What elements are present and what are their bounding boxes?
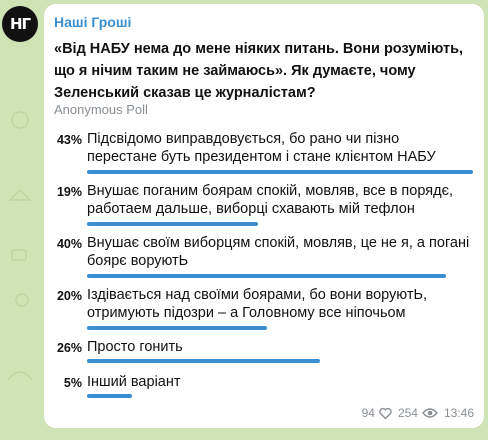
poll-message-bubble: Наші Гроші «Від НАБУ нема до мене ніяких… — [44, 4, 484, 428]
option-text: Підсвідомо виправдовується, бо рано чи п… — [87, 131, 436, 165]
reactions-icon[interactable] — [379, 407, 392, 420]
option-text: Внушає поганим боярам спокій, мовляв, вс… — [87, 183, 453, 217]
views-count: 254 — [397, 406, 418, 420]
option-result-bar — [87, 394, 132, 398]
option-result-bar — [87, 222, 258, 226]
option-result-bar — [87, 359, 320, 363]
option-text: Внушає своїм виборцям спокій, мовляв, це… — [87, 235, 470, 269]
reactions-count: 94 — [361, 406, 375, 420]
message-footer: 94 254 13:46 — [362, 406, 474, 420]
poll-question: «Від НАБУ нема до мене ніяких питань. Во… — [54, 41, 464, 101]
option-percent: 26% — [56, 341, 82, 355]
option-result-bar — [87, 326, 267, 330]
option-percent: 43% — [56, 133, 82, 147]
option-percent: 19% — [56, 185, 82, 199]
eye-icon — [422, 407, 438, 419]
option-text: Просто гонить — [87, 339, 183, 355]
option-result-bar — [87, 274, 446, 278]
option-percent: 40% — [56, 237, 82, 251]
option-percent: 20% — [56, 289, 82, 303]
channel-avatar[interactable]: НГ — [2, 6, 38, 42]
avatar-text: НГ — [9, 15, 31, 33]
option-percent: 5% — [63, 376, 82, 390]
channel-name[interactable]: Наші Гроші — [54, 14, 131, 30]
message-time: 13:46 — [443, 406, 474, 420]
option-text: Інший варіант — [87, 374, 181, 390]
option-result-bar — [87, 170, 473, 174]
poll-type-label: Anonymous Poll — [54, 102, 148, 117]
option-text: Іздівається над своїми боярами, бо вони … — [87, 287, 428, 321]
